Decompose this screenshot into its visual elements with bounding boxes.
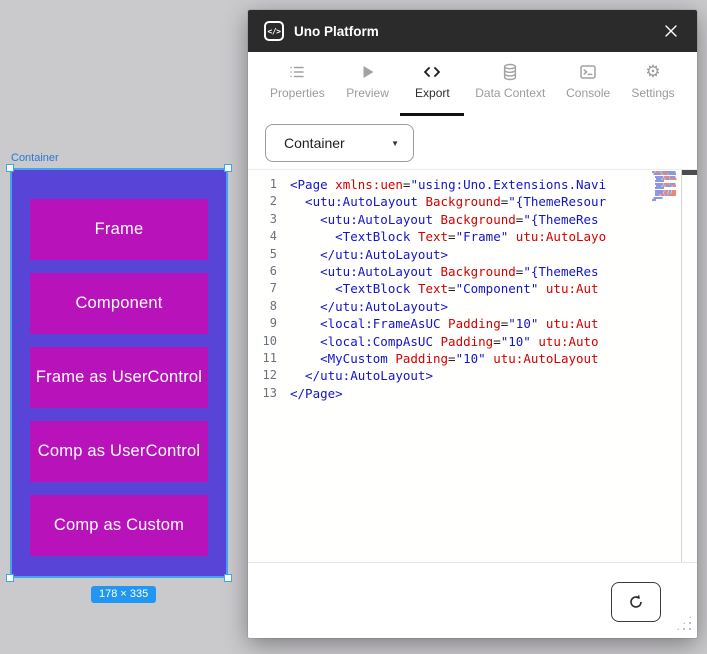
- tab-properties[interactable]: Properties: [264, 52, 331, 116]
- tab-label: Export: [415, 85, 450, 100]
- code-line: 13 </Page>: [248, 385, 697, 402]
- line-number: 11: [262, 351, 277, 366]
- element-selector-dropdown[interactable]: Container ▼: [265, 124, 414, 162]
- gear-icon: ⚙: [645, 61, 661, 81]
- line-number: 2: [269, 194, 277, 209]
- refresh-button[interactable]: [611, 582, 661, 622]
- tab-console[interactable]: Console: [560, 52, 616, 116]
- tab-export[interactable]: Export: [400, 52, 465, 116]
- selection-handle-bottom-left[interactable]: [6, 574, 14, 582]
- selected-container-frame[interactable]: Frame Component Frame as UserControl Comp a…: [10, 168, 228, 578]
- code-line: 12 </utu:AutoLayout>: [248, 367, 697, 384]
- terminal-icon: [580, 64, 596, 79]
- code-line: 6 <utu:AutoLayout Background="{ThemeRes: [248, 263, 697, 280]
- code-minimap[interactable]: [652, 171, 680, 202]
- tab-data-context[interactable]: Data Context: [469, 52, 551, 116]
- tab-bar: Properties Preview Export Data Context Conso…: [248, 52, 697, 116]
- line-number: 10: [262, 333, 277, 348]
- line-number: 6: [269, 264, 277, 279]
- code-line: 5 </utu:AutoLayout>: [248, 246, 697, 263]
- line-number: 13: [262, 385, 277, 400]
- selection-handle-top-left[interactable]: [6, 164, 14, 172]
- line-number: 1: [269, 177, 277, 191]
- resize-grip[interactable]: [675, 614, 693, 632]
- selection-label: Container: [11, 152, 59, 164]
- line-number: 4: [269, 229, 277, 244]
- code-line: 9 <local:FrameAsUC Padding="10" utu:Aut: [248, 315, 697, 332]
- selection-handle-bottom-right[interactable]: [224, 574, 232, 582]
- code-brackets-icon: [424, 66, 441, 77]
- line-number: 7: [269, 281, 277, 296]
- code-line: 2 <utu:AutoLayout Background="{ThemeResou…: [248, 193, 697, 210]
- play-icon: [363, 65, 374, 78]
- code-lines: 1 <Page xmlns:uen="using:Uno.Extensions.N…: [248, 170, 697, 402]
- export-toolbar: Container ▼: [248, 116, 697, 170]
- tab-label: Settings: [631, 85, 675, 100]
- code-line: 3 <utu:AutoLayout Background="{ThemeRes: [248, 211, 697, 228]
- uno-platform-window: </> Uno Platform Properties Preview Export…: [248, 10, 697, 638]
- canvas-button[interactable]: Component: [30, 273, 208, 334]
- chevron-down-icon: ▼: [391, 138, 399, 148]
- database-icon: [504, 63, 517, 80]
- tab-label: Properties: [270, 85, 325, 100]
- list-icon: [290, 66, 305, 77]
- canvas-button[interactable]: Comp as Custom: [30, 495, 208, 556]
- refresh-icon: [630, 594, 642, 608]
- code-line: 7 <TextBlock Text="Component" utu:Aut: [248, 280, 697, 297]
- tab-preview[interactable]: Preview: [340, 52, 396, 116]
- code-editor[interactable]: 1 <Page xmlns:uen="using:Uno.Extensions.N…: [248, 170, 697, 562]
- tab-label: Data Context: [475, 85, 546, 100]
- code-line: 8 </utu:AutoLayout>: [248, 298, 697, 315]
- code-line: 10 <local:CompAsUC Padding="10" utu:Auto: [248, 333, 697, 350]
- selection-handle-top-right[interactable]: [224, 164, 232, 172]
- canvas-button[interactable]: Comp as UserControl: [30, 421, 208, 482]
- line-number: 12: [262, 368, 277, 383]
- uno-logo-icon: </>: [264, 21, 284, 41]
- tab-label: Preview: [346, 85, 389, 100]
- footer-bar: [248, 562, 697, 638]
- window-title: Uno Platform: [294, 23, 379, 39]
- code-line: 1 <Page xmlns:uen="using:Uno.Extensions.N…: [248, 176, 697, 193]
- code-line: 4 <TextBlock Text="Frame" utu:AutoLayo: [248, 228, 697, 245]
- scrollbar-thumb[interactable]: [682, 170, 697, 175]
- line-number: 3: [269, 211, 277, 226]
- close-icon[interactable]: [661, 21, 681, 41]
- dropdown-value: Container: [284, 135, 345, 151]
- minimap-divider: [681, 170, 682, 562]
- tab-settings[interactable]: ⚙ Settings: [625, 52, 681, 116]
- line-number: 8: [269, 298, 277, 313]
- window-titlebar[interactable]: </> Uno Platform: [248, 10, 697, 52]
- line-number: 5: [269, 246, 277, 261]
- code-line: 11 <MyCustom Padding="10" utu:AutoLayout: [248, 350, 697, 367]
- line-number: 9: [269, 316, 277, 331]
- canvas-button[interactable]: Frame: [30, 199, 208, 260]
- tab-label: Console: [566, 85, 611, 100]
- selection-size-badge: 178 × 335: [91, 586, 157, 603]
- canvas-button[interactable]: Frame as UserControl: [30, 347, 208, 408]
